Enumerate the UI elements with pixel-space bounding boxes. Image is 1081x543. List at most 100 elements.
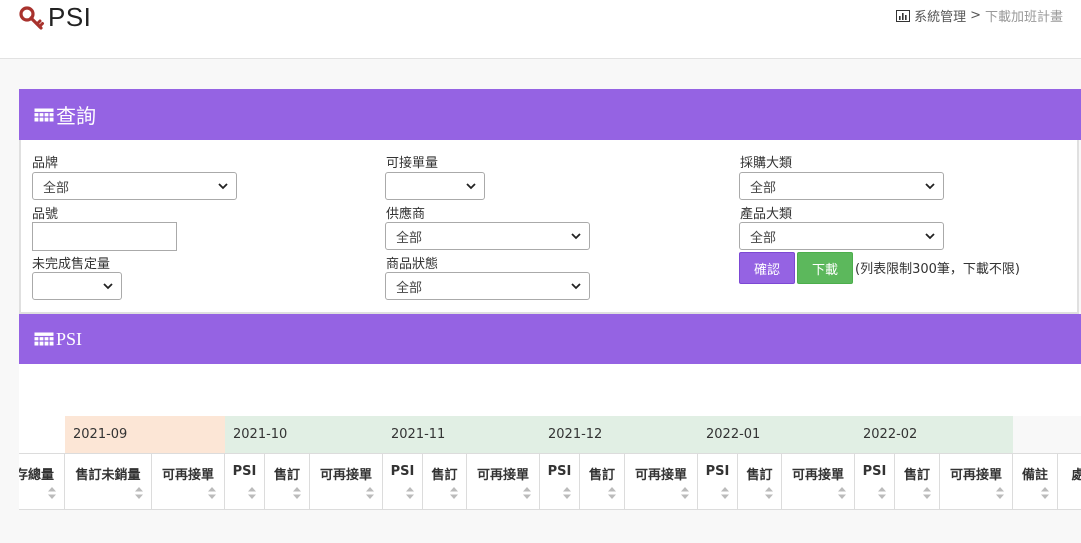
column-header-label: 可再接單 (161, 468, 214, 483)
chevron-down-icon (466, 183, 476, 190)
column-header[interactable]: 可再接單 (310, 454, 383, 509)
column-header[interactable]: 存總量 (19, 454, 65, 509)
sort-icon (765, 487, 773, 499)
column-header-label: PSI (862, 464, 887, 479)
orderable-select[interactable] (385, 172, 485, 200)
breadcrumb: 系統管理 > 下載加班計畫 (896, 6, 1063, 25)
chevron-down-icon (218, 183, 228, 190)
query-panel-header: 查詢 (19, 89, 1081, 140)
column-header-label: 售訂 (746, 468, 773, 483)
column-header[interactable]: 售訂 (895, 454, 940, 509)
top-bar: PSI 系統管理 > 下載加班計畫 (0, 0, 1081, 59)
month-cell: 2021-10 (225, 416, 383, 453)
column-header[interactable]: PSI (698, 454, 738, 509)
product-cat-select-value: 全部 (750, 230, 777, 246)
column-header-label: 售訂 (431, 468, 458, 483)
table-icon (34, 108, 54, 122)
column-header[interactable]: 可再接單 (625, 454, 698, 509)
column-header-label: PSI (705, 464, 730, 479)
column-header[interactable]: PSI (383, 454, 423, 509)
unfinished-label: 未完成售定量 (32, 257, 111, 272)
column-header[interactable]: 可再接單 (782, 454, 855, 509)
column-header[interactable]: 售訂 (580, 454, 625, 509)
status-select-value: 全部 (396, 280, 423, 296)
brand-label: 品牌 (32, 156, 59, 171)
column-header[interactable]: 售訂未銷量 (65, 454, 152, 509)
sort-icon (996, 487, 1004, 499)
month-cell: 2021-11 (383, 416, 540, 453)
supplier-select[interactable]: 全部 (385, 222, 590, 250)
purchase-cat-select[interactable]: 全部 (739, 172, 944, 200)
unfinished-select[interactable] (32, 272, 122, 300)
column-header-label: 售訂 (273, 468, 300, 483)
column-header-label: 可再接單 (319, 468, 372, 483)
column-header-label: PSI (390, 464, 415, 479)
column-header-label: 售訂 (903, 468, 930, 483)
column-header-label: PSI (232, 464, 257, 479)
brand-select[interactable]: 全部 (32, 172, 237, 200)
column-header-label: 可再接單 (476, 468, 529, 483)
column-header[interactable]: PSI (540, 454, 580, 509)
column-header-label: 售訂未銷量 (75, 468, 141, 483)
sort-icon (681, 487, 689, 499)
column-header[interactable]: 售訂 (738, 454, 782, 509)
sort-icon (923, 487, 931, 499)
sort-icon (406, 487, 414, 499)
column-header[interactable]: 備註 (1013, 454, 1058, 509)
orderable-label: 可接單量 (386, 156, 439, 171)
sort-icon (523, 487, 531, 499)
column-header-label: PSI (547, 464, 572, 479)
month-cell: 2022-02 (855, 416, 1013, 453)
column-header[interactable]: 售訂 (423, 454, 467, 509)
sort-icon (48, 487, 56, 499)
download-button[interactable]: 下載 (797, 252, 853, 284)
column-header-label: 可再接單 (634, 468, 687, 483)
column-header[interactable]: 可再接單 (152, 454, 225, 509)
bar-chart-icon (896, 9, 911, 22)
confirm-button[interactable]: 確認 (739, 252, 795, 284)
sort-icon (135, 487, 143, 499)
sort-icon (838, 487, 846, 499)
table-icon (34, 332, 54, 346)
column-header[interactable]: 處 (1058, 454, 1081, 509)
column-header-row: 存總量 售訂未銷量 可再接單 PSI 售訂 可再接單 PSI 售訂 可再接單 P… (19, 453, 1081, 510)
brand[interactable]: PSI (18, 2, 91, 33)
sort-icon (366, 487, 374, 499)
column-header-label: 備註 (1021, 468, 1048, 483)
chevron-down-icon (571, 233, 581, 240)
breadcrumb-separator: > (970, 8, 981, 23)
month-cell: 2021-12 (540, 416, 698, 453)
product-cat-select[interactable]: 全部 (739, 222, 944, 250)
status-select[interactable]: 全部 (385, 272, 590, 300)
column-header[interactable]: PSI (855, 454, 895, 509)
key-icon (19, 5, 44, 30)
psi-panel-header: PSI (19, 314, 1081, 364)
brand-select-value: 全部 (43, 180, 70, 196)
supplier-select-value: 全部 (396, 230, 423, 246)
sku-input[interactable] (32, 222, 177, 251)
month-header-row: 2021-09 2021-10 2021-11 2021-12 2022-01 … (19, 416, 1081, 453)
psi-table: 2021-09 2021-10 2021-11 2021-12 2022-01 … (19, 416, 1081, 543)
breadcrumb-parent[interactable]: 系統管理 (914, 6, 966, 25)
column-header-label: 售訂 (588, 468, 615, 483)
chevron-down-icon (925, 183, 935, 190)
column-header[interactable]: 可再接單 (467, 454, 540, 509)
column-header-label: 存總量 (19, 468, 54, 483)
chevron-down-icon (103, 283, 113, 290)
column-header[interactable]: 售訂 (265, 454, 310, 509)
column-header-label: 處 (1071, 468, 1081, 483)
chevron-down-icon (571, 283, 581, 290)
breadcrumb-current: 下載加班計畫 (984, 10, 1063, 25)
psi-panel-title: PSI (56, 328, 83, 349)
column-header[interactable]: PSI (225, 454, 265, 509)
sort-icon (721, 487, 729, 499)
sort-icon (1041, 487, 1049, 499)
sku-label: 品號 (32, 207, 59, 222)
supplier-label: 供應商 (386, 207, 426, 222)
sort-icon (248, 487, 256, 499)
sort-icon (208, 487, 216, 499)
column-header[interactable]: 可再接單 (940, 454, 1013, 509)
sort-icon (293, 487, 301, 499)
app-title: PSI (48, 2, 92, 32)
sort-icon (563, 487, 571, 499)
